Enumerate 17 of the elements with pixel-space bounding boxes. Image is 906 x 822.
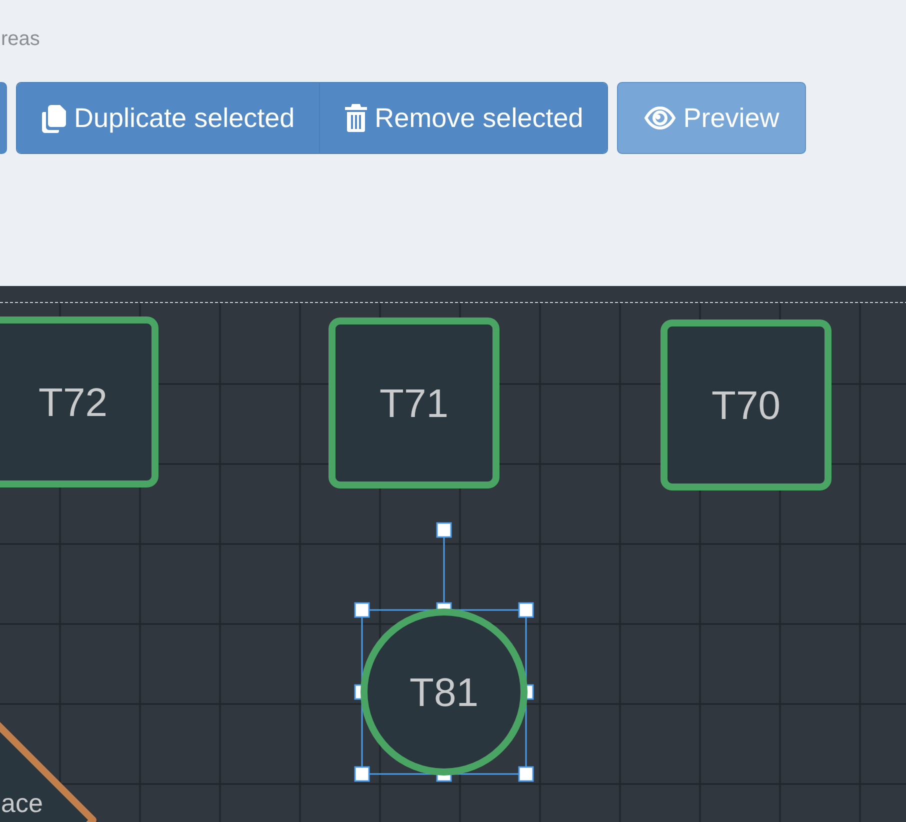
eye-icon <box>644 106 676 130</box>
trash-icon <box>344 103 368 133</box>
section-caption: reas <box>1 27 40 52</box>
toolbar-button[interactable] <box>0 82 7 154</box>
toolbar-button[interactable]: Remove selected <box>318 83 608 153</box>
node-label: T72 <box>38 381 108 425</box>
node-label: T71 <box>380 382 448 426</box>
diagram-canvas[interactable]: T72 T71 T70 T81 ace <box>0 286 906 822</box>
node-label: T70 <box>712 384 780 428</box>
toolbar-button[interactable]: Duplicate selected <box>17 83 319 153</box>
copy-icon <box>41 103 67 133</box>
node-label: T81 <box>410 671 478 715</box>
task-node[interactable] <box>328 318 500 488</box>
task-node[interactable] <box>360 608 528 776</box>
task-node[interactable] <box>660 320 832 490</box>
node-label: ace <box>1 788 43 818</box>
task-node[interactable] <box>0 316 158 488</box>
